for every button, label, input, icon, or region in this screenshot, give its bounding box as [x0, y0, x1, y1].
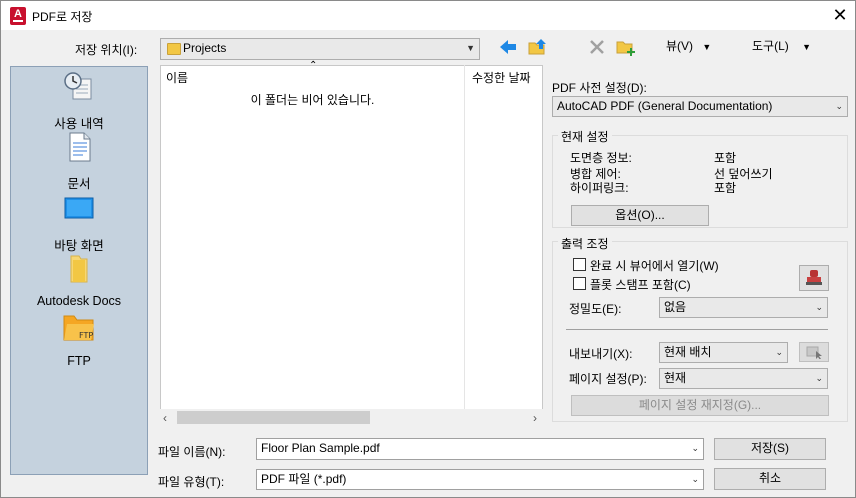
place-autodesk-docs[interactable]: Autodesk Docs: [11, 252, 147, 308]
export-label: 내보내기(X):: [569, 347, 633, 361]
window-title: PDF로 저장: [32, 10, 93, 24]
setting-value: 포함: [714, 151, 737, 165]
scroll-left-icon[interactable]: ‹: [163, 411, 167, 425]
chevron-down-icon[interactable]: ⌄: [691, 439, 699, 458]
cancel-button[interactable]: 취소: [714, 468, 826, 490]
scroll-right-icon[interactable]: ›: [533, 411, 537, 425]
documents-icon: [63, 131, 95, 163]
view-menu[interactable]: 뷰(V) ▼: [666, 37, 726, 55]
page-setup-override-button[interactable]: 페이지 설정 재지정(G)...: [571, 395, 829, 416]
chevron-down-icon: ⌄: [815, 302, 823, 312]
chevron-down-icon: ▼: [466, 43, 475, 53]
pdf-preset-label: PDF 사전 설정(D):: [552, 81, 647, 95]
filetype-value: PDF 파일 (*.pdf): [261, 472, 347, 486]
chevron-down-icon: ⌄: [835, 101, 843, 111]
open-in-viewer-checkbox[interactable]: [573, 258, 586, 271]
place-ftp[interactable]: FTP FTP: [11, 312, 147, 368]
chevron-down-icon: ⌄: [815, 373, 823, 383]
column-divider[interactable]: [464, 65, 465, 409]
autocad-app-icon: A: [10, 7, 26, 25]
tools-menu-label: 도구(L): [752, 39, 789, 53]
save-location-value: Projects: [183, 41, 227, 55]
column-header-modified[interactable]: 수정한 날짜: [472, 69, 542, 86]
chevron-down-icon: ⌄: [691, 474, 699, 484]
options-button[interactable]: 옵션(O)...: [571, 205, 709, 226]
close-button[interactable]: ✕: [827, 3, 853, 27]
setting-key: 도면층 정보:: [570, 151, 632, 165]
page-setup-label: 페이지 설정(P):: [569, 372, 647, 386]
precision-combo[interactable]: 없음 ⌄: [659, 297, 828, 318]
chevron-down-icon: ⌄: [775, 347, 783, 357]
desktop-icon: [64, 193, 94, 225]
chevron-down-icon: ▼: [702, 42, 712, 52]
save-location-label: 저장 위치(I):: [75, 43, 138, 57]
pdf-preset-value: AutoCAD PDF (General Documentation): [557, 99, 773, 113]
ftp-icon: FTP: [63, 312, 95, 344]
place-label: Autodesk Docs: [36, 294, 122, 308]
delete-button[interactable]: [588, 38, 606, 56]
precision-value: 없음: [664, 300, 687, 314]
place-documents[interactable]: 문서: [11, 131, 147, 192]
delete-x-icon: [590, 40, 604, 54]
places-bar: 사용 내역 문서 바탕 화면 Autodesk Docs FTP FTP: [10, 66, 148, 475]
empty-folder-message: 이 폴더는 비어 있습니다.: [250, 93, 375, 107]
divider: [566, 329, 828, 330]
export-value: 현재 배치: [664, 345, 712, 359]
up-folder-button[interactable]: [528, 37, 548, 57]
setting-key: 하이퍼링크:: [570, 181, 629, 195]
save-location-combo[interactable]: Projects ▼: [160, 38, 480, 60]
back-arrow-icon: [500, 40, 516, 54]
page-setup-combo[interactable]: 현재 ⌄: [659, 368, 828, 389]
export-combo[interactable]: 현재 배치 ⌄: [659, 342, 788, 363]
filetype-label: 파일 유형(T):: [158, 475, 225, 489]
chevron-down-icon: ▼: [802, 42, 812, 52]
filename-value[interactable]: Floor Plan Sample.pdf: [261, 441, 380, 455]
output-control-title: 출력 조정: [558, 235, 612, 252]
filename-input[interactable]: Floor Plan Sample.pdf ⌄: [256, 438, 704, 460]
filename-label: 파일 이름(N):: [158, 445, 226, 459]
tools-menu[interactable]: 도구(L) ▼: [752, 37, 822, 55]
select-layout-icon: [806, 346, 822, 360]
ftp-icon-text: FTP: [79, 331, 93, 340]
page-setup-value: 현재: [664, 371, 687, 385]
stamp-icon: [806, 270, 822, 285]
history-icon: [63, 71, 95, 103]
place-label: 문서: [67, 177, 91, 191]
new-folder-icon: [616, 41, 635, 56]
file-list[interactable]: [160, 65, 543, 426]
folder-icon: [167, 43, 181, 55]
scrollbar-thumb[interactable]: [177, 411, 370, 424]
sort-ascending-icon: ⌃: [309, 60, 318, 71]
place-history[interactable]: 사용 내역: [11, 71, 147, 132]
setting-value: 포함: [714, 181, 737, 195]
autodesk-docs-icon: [63, 252, 95, 284]
view-menu-label: 뷰(V): [666, 39, 694, 53]
include-plot-stamp-label[interactable]: 플롯 스탬프 포함(C): [590, 276, 691, 293]
new-folder-button[interactable]: [616, 37, 636, 57]
title-bar: A PDF로 저장 ✕: [0, 0, 856, 30]
place-desktop[interactable]: 바탕 화면: [11, 193, 147, 254]
include-plot-stamp-checkbox[interactable]: [573, 277, 586, 290]
select-layouts-button[interactable]: [799, 342, 829, 362]
column-header-name[interactable]: 이름: [166, 69, 188, 86]
folder-up-icon: [528, 39, 546, 55]
place-label: 사용 내역: [54, 117, 104, 131]
open-in-viewer-label[interactable]: 완료 시 뷰어에서 열기(W): [590, 257, 719, 274]
place-label: FTP: [67, 354, 91, 368]
precision-label: 정밀도(E):: [569, 302, 622, 316]
save-button[interactable]: 저장(S): [714, 438, 826, 460]
current-settings-title: 현재 설정: [558, 128, 612, 145]
pdf-preset-combo[interactable]: AutoCAD PDF (General Documentation) ⌄: [552, 96, 848, 117]
back-button[interactable]: [498, 38, 518, 56]
plot-stamp-settings-button[interactable]: [799, 265, 829, 291]
filetype-combo[interactable]: PDF 파일 (*.pdf) ⌄: [256, 469, 704, 490]
